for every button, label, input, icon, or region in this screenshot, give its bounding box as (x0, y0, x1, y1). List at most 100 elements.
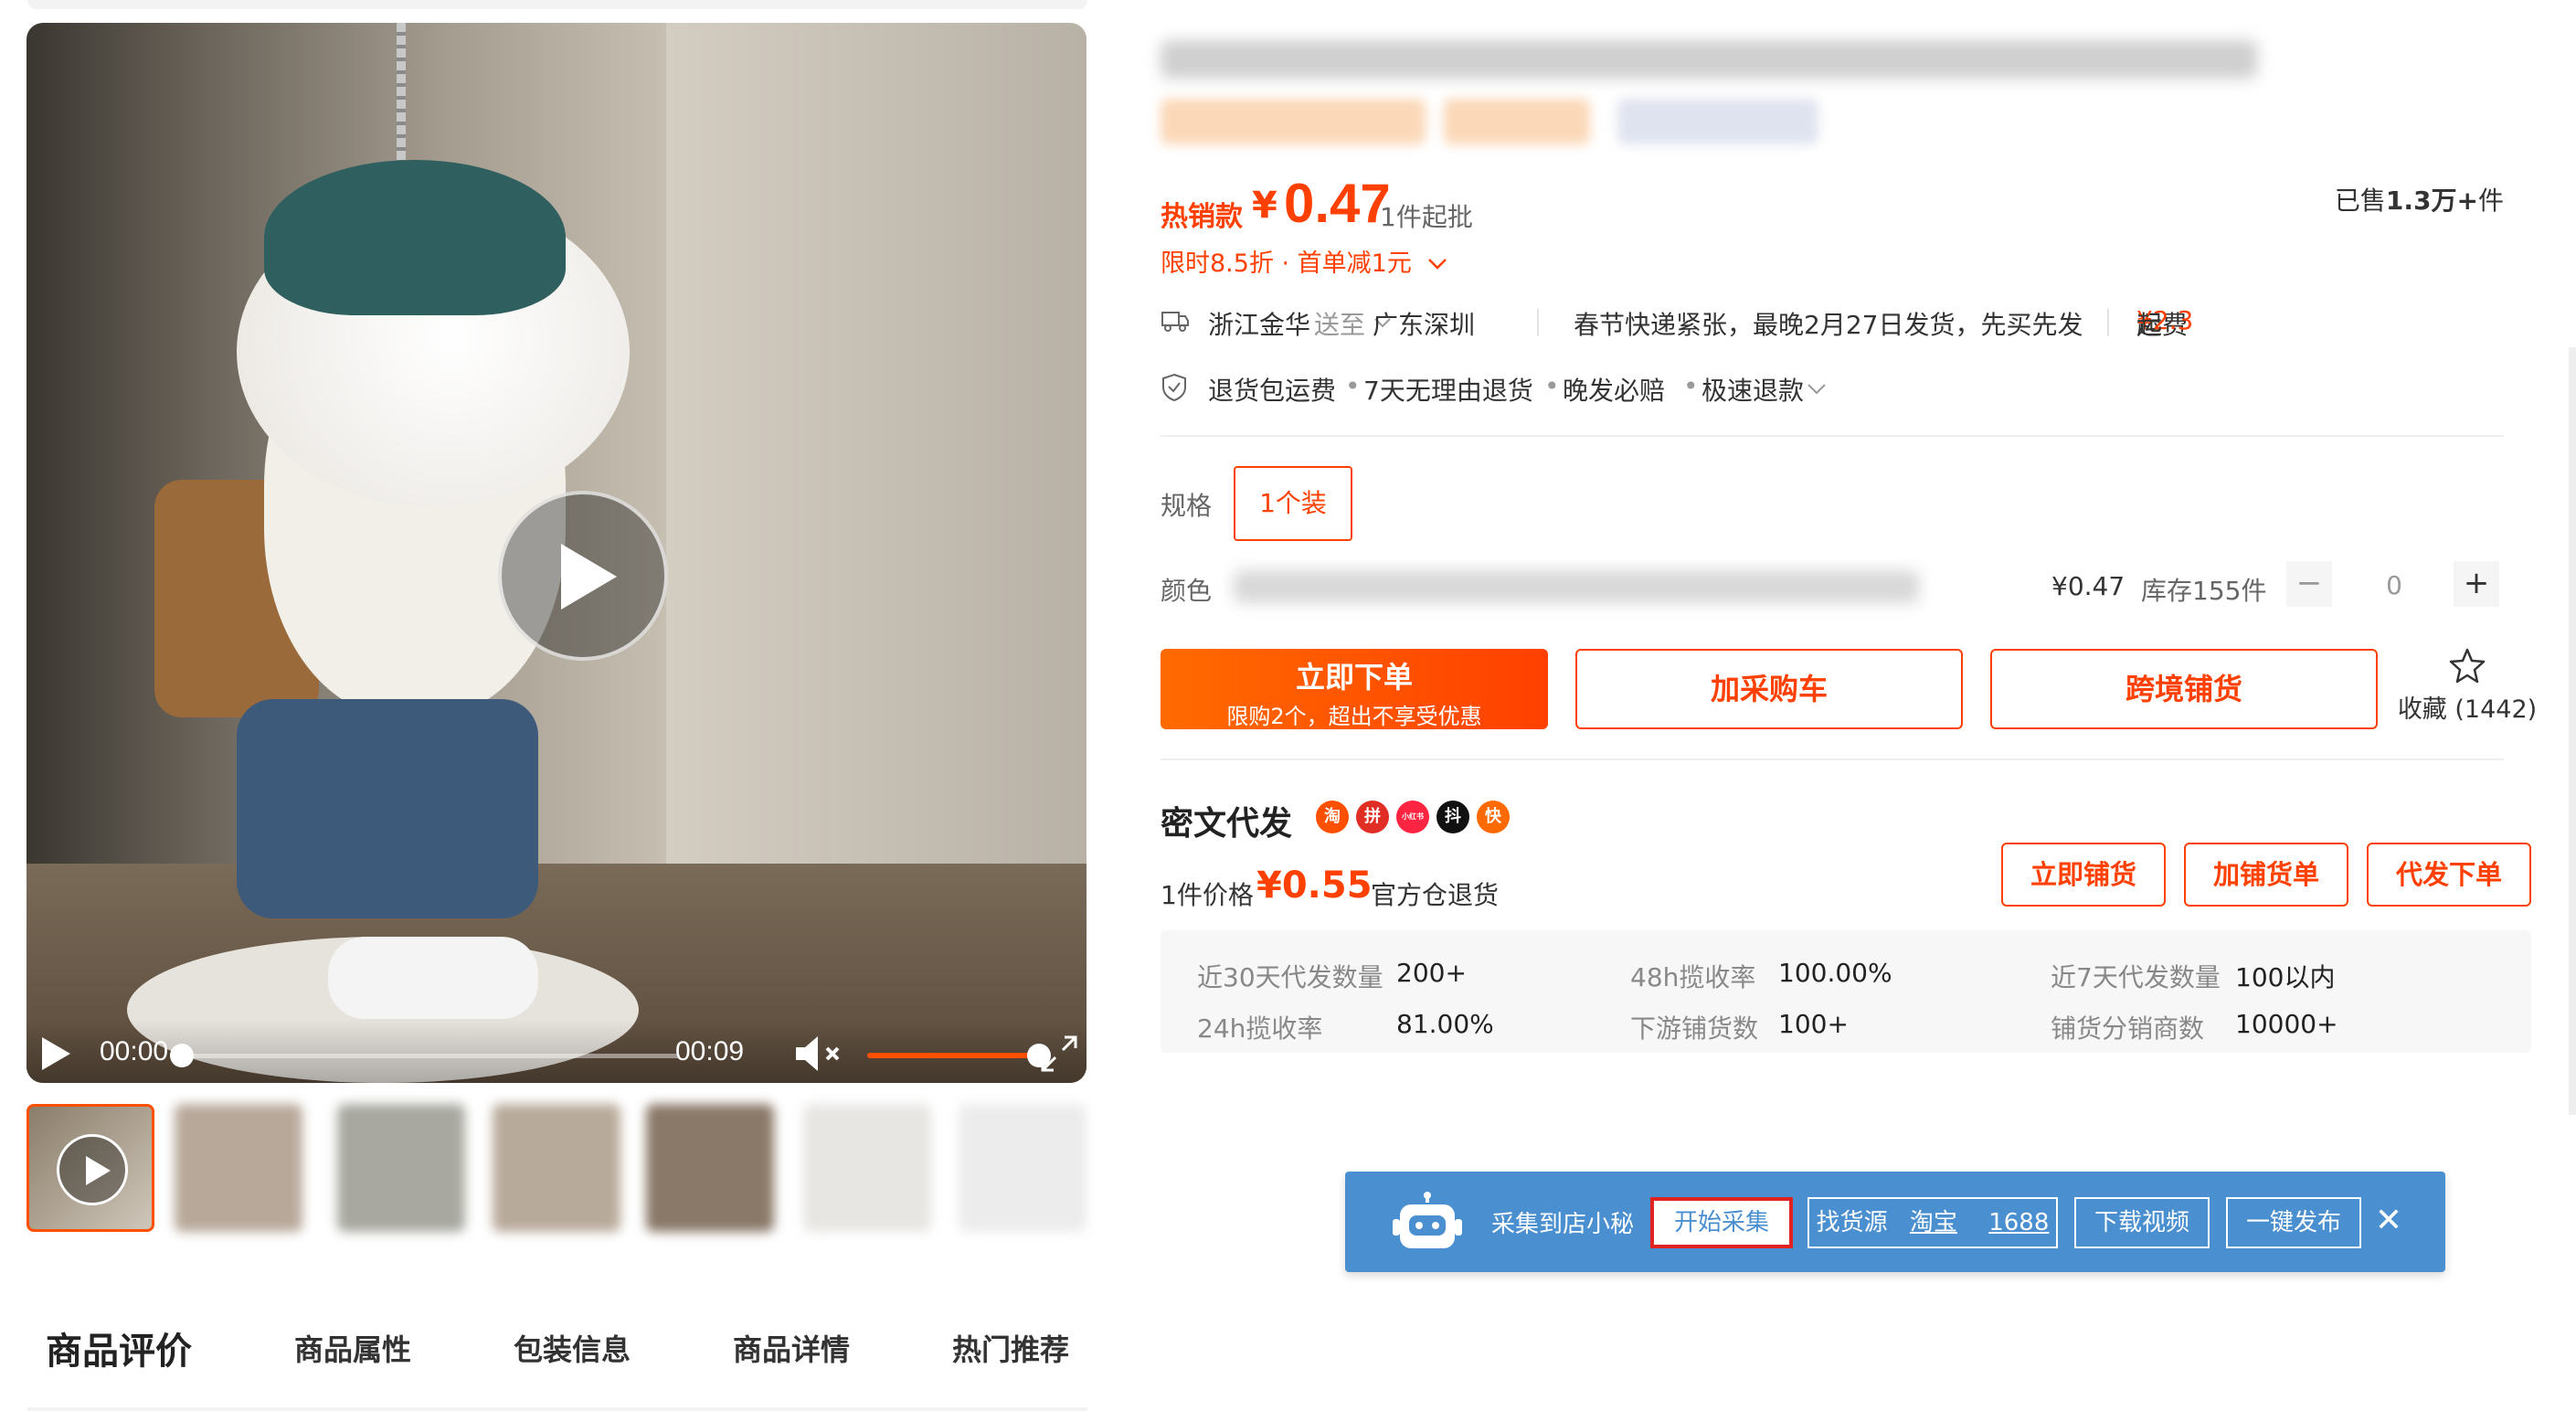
stat-value: 100+ (1778, 1009, 1849, 1039)
thumbnail-video[interactable] (27, 1104, 154, 1232)
sku-stock: 库存155件 (2141, 576, 2267, 606)
spec-label: 规格 (1161, 491, 1213, 521)
cross-border-button[interactable]: 跨境铺货 (1990, 649, 2378, 729)
stat-value: 100以内 (2235, 962, 2336, 992)
stat-value: 81.00% (1396, 1009, 1494, 1039)
start-collect-button[interactable]: 开始采集 (1650, 1197, 1793, 1248)
taobao-icon: 淘 (1316, 801, 1349, 833)
service-item: 退货包运费 (1208, 376, 1337, 406)
buy-now-label: 立即下单 (1295, 660, 1413, 695)
mute-icon[interactable] (794, 1034, 847, 1074)
detail-tabs: 商品评价 商品属性 包装信息 商品详情 热门推荐 (0, 1279, 1097, 1411)
currency-symbol: ¥ (1252, 185, 1277, 227)
fullscreen-icon[interactable] (1039, 1034, 1079, 1074)
divider (1161, 435, 2504, 437)
ship-to-label: 送至 (1314, 310, 1366, 340)
volume-slider[interactable] (867, 1044, 1051, 1067)
add-dropship-list-button[interactable]: 加铺货单 (2184, 843, 2348, 907)
add-to-cart-button[interactable]: 加采购车 (1575, 649, 1963, 729)
service-row[interactable]: 退货包运费 • 7天无理由退货 • 晚发必赔 • 极速退款 (1161, 371, 2348, 408)
color-label: 颜色 (1161, 576, 1213, 606)
find-source-label: 找货源 (1816, 1209, 1888, 1236)
dropship-return: 官方仓退货 (1371, 880, 1500, 910)
truck-icon (1161, 307, 1190, 341)
video-play-button[interactable] (498, 491, 668, 661)
control-play-icon[interactable] (39, 1035, 76, 1072)
thumbnail-image[interactable] (337, 1104, 465, 1232)
1688-link[interactable]: 1688 (1988, 1209, 2049, 1236)
product-tag-redacted (1161, 99, 1426, 144)
close-icon[interactable]: ✕ (2370, 1203, 2407, 1239)
chevron-down-icon (1806, 373, 1828, 403)
quantity-plus-button[interactable]: + (2454, 561, 2499, 607)
download-video-button[interactable]: 下载视频 (2074, 1197, 2210, 1248)
product-tag-redacted (1617, 99, 1818, 144)
buy-now-button[interactable]: 立即下单 限购2个，超出不享受优惠 (1161, 649, 1548, 729)
figurine-shoe (328, 937, 538, 1019)
favorite-button[interactable]: 收藏 (1442) (2394, 647, 2540, 729)
service-item: 7天无理由退货 (1363, 376, 1533, 406)
ship-to-selector[interactable]: 广东深圳 (1373, 305, 1475, 340)
robot-icon (1391, 1192, 1464, 1254)
video-duration: 00:09 (675, 1036, 745, 1066)
bullet: • (1345, 371, 1361, 401)
video-progress-bar[interactable] (170, 1044, 680, 1067)
play-icon (561, 544, 617, 610)
shipping-row: 浙江金华 送至 广东深圳 春节快递紧张，最晚2月27日发货，先买先发 运费 ¥2… (1161, 305, 2348, 342)
thumbnail-image[interactable] (175, 1104, 302, 1232)
tab-reviews[interactable]: 商品评价 (46, 1321, 192, 1374)
video-progress-knob[interactable] (170, 1044, 194, 1067)
sold-count: 已售1.3万+件 (2334, 186, 2504, 216)
spec-option-selected[interactable]: 1个装 (1234, 466, 1352, 541)
color-option-redacted (1234, 570, 1919, 603)
tab-packaging[interactable]: 包装信息 (514, 1327, 631, 1369)
xiaohongshu-icon: 小红书 (1396, 801, 1429, 833)
bullet: • (1683, 371, 1699, 401)
stat-label: 近7天代发数量 (2051, 962, 2221, 992)
video-controls: 00:00 00:09 (27, 1019, 1087, 1083)
hot-sale-label: 热销款 (1161, 201, 1243, 233)
bullet: • (1544, 371, 1560, 401)
product-tag-redacted (1444, 99, 1590, 144)
stat-value: 200+ (1396, 958, 1467, 988)
top-image-strip (27, 0, 1087, 9)
tab-recommend[interactable]: 热门推荐 (952, 1327, 1069, 1369)
tabs-divider (27, 1407, 1087, 1411)
tab-attributes[interactable]: 商品属性 (294, 1327, 411, 1369)
promo-text: 限时8.5折 · 首单减1元 (1161, 249, 1412, 278)
stat-label: 下游铺货数 (1630, 1013, 1759, 1044)
taobao-link[interactable]: 淘宝 (1910, 1209, 1957, 1236)
thumbnail-image[interactable] (646, 1104, 774, 1232)
chevron-down-icon (1428, 259, 1447, 270)
pinduoduo-icon: 拼 (1356, 801, 1389, 833)
dropship-order-button[interactable]: 代发下单 (2367, 843, 2531, 907)
thumbnail-image[interactable] (493, 1104, 620, 1232)
thumbnail-image[interactable] (803, 1104, 931, 1232)
dropship-price: ¥0.55 (1256, 865, 1373, 907)
stat-label: 近30天代发数量 (1197, 962, 1383, 992)
dianxiaomi-plugin-toolbar: 采集到店小秘 开始采集 找货源 淘宝 1688 下载视频 一键发布 ✕ (1345, 1172, 2445, 1272)
platform-icons: 淘 拼 小红书 抖 快 (1316, 801, 1535, 837)
stat-label: 铺货分销商数 (2051, 1013, 2205, 1044)
find-source-group: 找货源 淘宝 1688 (1807, 1197, 2058, 1248)
keychain-chain (397, 23, 406, 178)
dropship-price-label: 1件价格 (1161, 880, 1254, 910)
thumbnail-image[interactable] (959, 1104, 1087, 1232)
tab-details[interactable]: 商品详情 (733, 1327, 850, 1369)
quantity-value[interactable]: 0 (2358, 570, 2431, 600)
promo-dropdown[interactable]: 限时8.5折 · 首单减1元 (1161, 243, 1448, 279)
dropship-now-button[interactable]: 立即铺货 (2001, 843, 2166, 907)
product-video[interactable]: 00:00 00:09 (27, 23, 1087, 1083)
divider (2107, 309, 2109, 336)
service-item: 极速退款 (1701, 376, 1805, 406)
dropship-title: 密文代发 (1161, 805, 1293, 843)
favorite-count: 收藏 (1442) (2397, 695, 2538, 724)
shield-icon (1161, 373, 1188, 408)
thumbnail-strip (27, 1104, 1087, 1246)
sku-price: ¥0.47 (2051, 571, 2125, 601)
stat-value: 10000+ (2235, 1009, 2338, 1039)
one-click-publish-button[interactable]: 一键发布 (2226, 1197, 2361, 1248)
quantity-minus-button[interactable]: − (2286, 561, 2332, 607)
figurine-jeans (237, 699, 538, 918)
shipping-notice: 春节快递紧张，最晚2月27日发货，先买先发 (1574, 310, 2083, 340)
